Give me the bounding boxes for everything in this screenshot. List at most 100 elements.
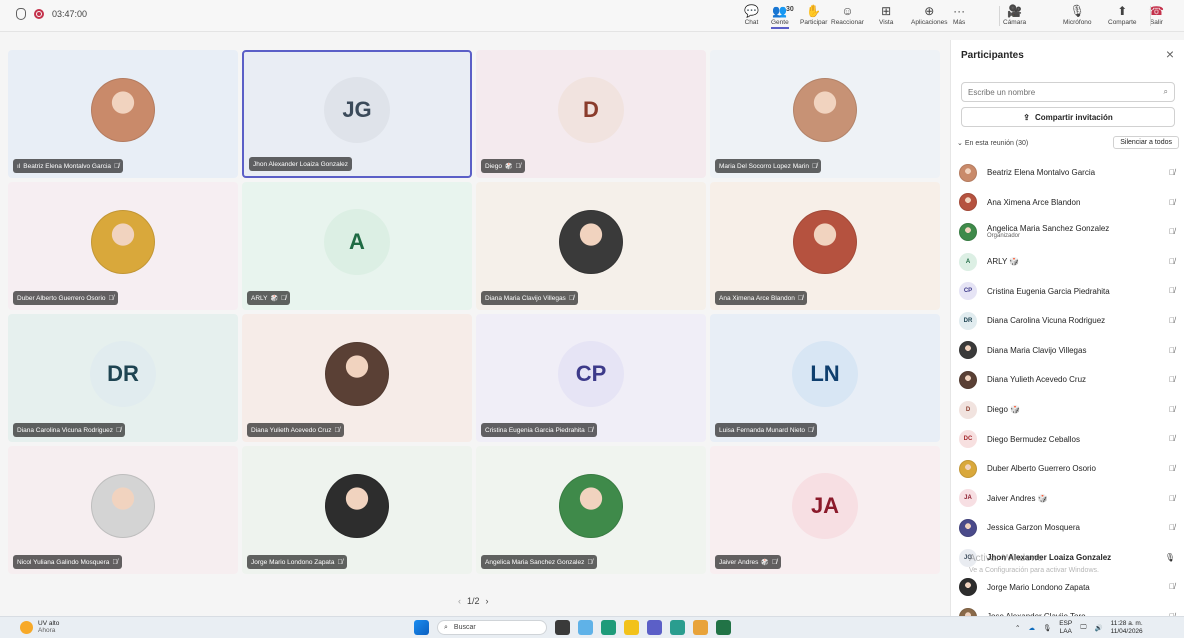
- toolbar-camera-off-button[interactable]: 🎥 Cámara: [1003, 3, 1026, 26]
- toolbar-mic-off-button[interactable]: 🎙 Micrófono: [1063, 3, 1092, 26]
- mic-off-icon[interactable]: 🎙̸: [1169, 316, 1175, 325]
- chat-icon: 💬: [744, 4, 759, 18]
- video-tile[interactable]: ıl Beatriz Elena Montalvo Garcia 🎙̸: [8, 50, 238, 178]
- participant-row[interactable]: JA Jaiver Andres 🎲 🎙̸: [959, 484, 1181, 514]
- participant-row[interactable]: DR Diana Carolina Vicuna Rodriguez 🎙̸: [959, 306, 1181, 336]
- toolbar-add-app-button[interactable]: ⊕ Aplicaciones: [911, 3, 948, 26]
- participant-row[interactable]: CP Cristina Eugenia Garcia Piedrahita 🎙̸: [959, 276, 1181, 306]
- tile-name-label: Angelica Maria Sanchez Gonzalez 🎙̸: [481, 555, 597, 569]
- weather-widget[interactable]: UV alto Ahora: [20, 620, 59, 634]
- video-tile[interactable]: CP Cristina Eugenia Garcia Piedrahita 🎙̸: [476, 314, 706, 442]
- video-tile[interactable]: Diana Yulieth Acevedo Cruz 🎙̸: [242, 314, 472, 442]
- participant-row[interactable]: Jorge Mario Londono Zapata 🎙̸: [959, 572, 1181, 602]
- video-tile[interactable]: Nicol Yuliana Galindo Mosquera 🎙̸: [8, 446, 238, 574]
- chevron-up-icon[interactable]: ⌃: [1015, 624, 1020, 632]
- mic-off-icon[interactable]: 🎙̸: [1169, 405, 1175, 414]
- share-invite-button[interactable]: ⇪ Compartir invitación: [961, 107, 1175, 127]
- participant-row[interactable]: JG Jhon Alexander Loaiza Gonzalez 🎙: [959, 543, 1181, 573]
- toolbar-people-button[interactable]: 👥 30 Gente: [771, 3, 794, 29]
- start-icon[interactable]: [414, 620, 429, 635]
- mic-off-icon[interactable]: 🎙̸: [1169, 494, 1175, 503]
- participant-info: Jorge Mario Londono Zapata: [987, 583, 1090, 592]
- toolbar-hang-up-button[interactable]: ☎ Salir: [1149, 3, 1164, 26]
- participant-name: Beatriz Elena Montalvo Garcia: [987, 168, 1096, 178]
- mic-off-icon: 🎙̸: [337, 558, 343, 566]
- edge-icon[interactable]: [601, 620, 616, 635]
- participant-row[interactable]: Angelica Maria Sanchez Gonzalez Organizad…: [959, 217, 1181, 247]
- video-tile[interactable]: LN Luisa Fernanda Munard Nieto 🎙̸: [710, 314, 940, 442]
- meeting-timer: 03:47:00: [52, 9, 88, 19]
- network-icon[interactable]: 🖵: [1080, 624, 1086, 632]
- initials-avatar: DR: [90, 341, 156, 408]
- mic-off-icon: 🎙̸: [797, 294, 804, 302]
- mic-off-icon[interactable]: 🎙̸: [1169, 168, 1175, 177]
- toolbar-grid-view-button[interactable]: ⊞ Vista: [879, 3, 893, 26]
- toolbar-raise-hand-button[interactable]: ✋ Participar: [800, 3, 827, 26]
- participant-row[interactable]: Duber Alberto Guerrero Osorio 🎙̸: [959, 454, 1181, 484]
- toolbar-smiley-button[interactable]: ☺ Reaccionar: [831, 3, 864, 26]
- edge-dev-icon[interactable]: [670, 620, 685, 635]
- video-tile[interactable]: D Diego 🎲 🎙̸: [476, 50, 706, 178]
- mic-off-icon[interactable]: 🎙̸: [1169, 257, 1175, 266]
- mic-off-icon[interactable]: 🎙̸: [1169, 434, 1175, 443]
- participant-row[interactable]: Jessica Garzon Mosquera 🎙̸: [959, 513, 1181, 543]
- pager-next-button[interactable]: ›: [486, 596, 489, 606]
- pager-prev-button[interactable]: ‹: [458, 596, 461, 606]
- video-tile[interactable]: JG Jhon Alexander Loaiza Gonzalez: [242, 50, 472, 178]
- language-indicator[interactable]: ESP LAA: [1059, 620, 1072, 636]
- participant-row[interactable]: Beatriz Elena Montalvo Garcia 🎙̸: [959, 158, 1181, 188]
- file-explorer-icon[interactable]: [624, 620, 639, 635]
- video-tile[interactable]: Duber Alberto Guerrero Osorio 🎙̸: [8, 182, 238, 310]
- video-tile[interactable]: Jorge Mario Londono Zapata 🎙̸: [242, 446, 472, 574]
- widgets-icon[interactable]: [578, 620, 593, 635]
- taskbar-search-input[interactable]: ⌕ Buscar: [437, 620, 547, 635]
- cloud-icon[interactable]: ☁: [1028, 624, 1035, 632]
- close-icon[interactable]: ×: [1166, 46, 1174, 62]
- participant-row[interactable]: A ARLY 🎲 🎙̸: [959, 247, 1181, 277]
- clock-time: 11:28 a. m.: [1110, 620, 1143, 627]
- mic-off-icon[interactable]: 🎙̸: [1169, 227, 1175, 236]
- mic-off-icon[interactable]: 🎙̸: [1169, 375, 1175, 384]
- video-tile[interactable]: DR Diana Carolina Vicuna Rodriguez 🎙̸: [8, 314, 238, 442]
- participant-row[interactable]: Diana Yulieth Acevedo Cruz 🎙̸: [959, 365, 1181, 395]
- mic-off-icon[interactable]: 🎙̸: [1169, 582, 1175, 591]
- clock[interactable]: 11:28 a. m. 11/04/2026: [1111, 620, 1143, 636]
- task-view-icon[interactable]: [555, 620, 570, 635]
- video-tile[interactable]: A ARLY 🎲 🎙̸: [242, 182, 472, 310]
- video-tile[interactable]: Diana Maria Clavijo Villegas 🎙̸: [476, 182, 706, 310]
- participant-info: Diana Maria Clavijo Villegas: [987, 346, 1086, 355]
- participant-row[interactable]: Jose Alexander Clavijo Toro🎙̸: [959, 602, 1181, 616]
- video-tile[interactable]: Maria Del Socorro Lopez Marin 🎙̸: [710, 50, 940, 178]
- participant-row[interactable]: Diana Maria Clavijo Villegas 🎙̸: [959, 336, 1181, 366]
- video-tile[interactable]: Angelica Maria Sanchez Gonzalez 🎙̸: [476, 446, 706, 574]
- participant-row[interactable]: DC Diego Bermudez Ceballos 🎙̸: [959, 424, 1181, 454]
- volume-icon[interactable]: 🔊: [1095, 624, 1103, 632]
- participant-row[interactable]: D Diego 🎲 🎙̸: [959, 395, 1181, 425]
- mic-off-icon[interactable]: 🎙̸: [1169, 198, 1175, 207]
- video-tile[interactable]: Ana Ximena Arce Blandon 🎙̸: [710, 182, 940, 310]
- toolbar-button-label: Aplicaciones: [911, 19, 948, 26]
- toolbar-more-button[interactable]: ··· Más: [953, 3, 965, 26]
- mic-on-icon[interactable]: 🎙: [1165, 553, 1175, 562]
- toolbar-share-button[interactable]: ⬆ Comparte: [1108, 3, 1137, 26]
- mic-off-icon[interactable]: 🎙̸: [1169, 523, 1175, 532]
- participant-row[interactable]: Ana Ximena Arce Blandon 🎙̸: [959, 188, 1181, 218]
- meeting-toolbar: 03:47:00 💬 Chat 👥 30 Gente ✋ Participar ☺ Reacci…: [0, 0, 1184, 32]
- excel-icon[interactable]: [716, 620, 731, 635]
- teams-icon[interactable]: [647, 620, 662, 635]
- mute-all-button[interactable]: Silenciar a todos: [1113, 136, 1179, 149]
- mic-off-icon[interactable]: 🎙: [1043, 624, 1051, 632]
- clock-date: 11/04/2026: [1110, 628, 1143, 635]
- in-meeting-section-toggle[interactable]: ⌄ En esta reunión (30): [957, 139, 1028, 147]
- participant-search-input[interactable]: Escribe un nombre ⌕: [961, 82, 1175, 102]
- mic-off-icon[interactable]: 🎙̸: [1169, 464, 1175, 473]
- mic-off-icon[interactable]: 🎙̸: [1169, 286, 1175, 295]
- chrome-icon[interactable]: [693, 620, 708, 635]
- initials-avatar: JA: [792, 473, 858, 540]
- video-tile[interactable]: JA Jaiver Andres 🎲 🎙̸: [710, 446, 940, 574]
- toolbar-chat-button[interactable]: 💬 Chat: [744, 3, 759, 26]
- tile-name-label: Jorge Mario Londono Zapata 🎙̸: [247, 555, 347, 569]
- toolbar-button-label: Reaccionar: [831, 19, 864, 26]
- mic-off-icon[interactable]: 🎙̸: [1169, 346, 1175, 355]
- tile-name: Jaiver Andres: [719, 558, 759, 566]
